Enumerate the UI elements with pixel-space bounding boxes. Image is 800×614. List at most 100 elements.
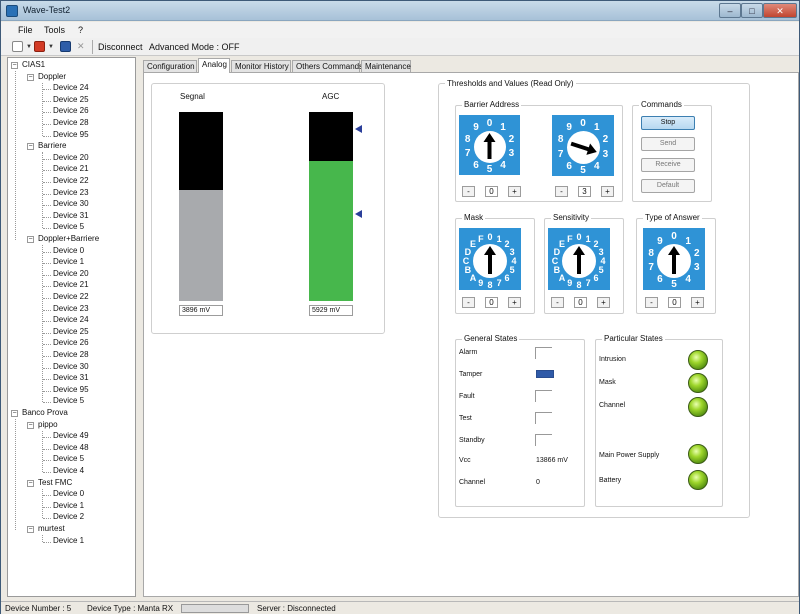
type-of-answer-dial[interactable]: 0123456789 (643, 228, 705, 290)
intrusion-led (688, 350, 708, 370)
tree-item-device[interactable]: Device 31 (53, 211, 89, 220)
default-button[interactable]: Default (641, 179, 695, 193)
tree-root[interactable]: CIAS1 (22, 60, 45, 69)
tree-item-device[interactable]: Device 5 (53, 222, 84, 231)
tree-item-device[interactable]: Device 1 (53, 501, 84, 510)
tree-connector (43, 321, 51, 323)
tree-group[interactable]: Doppler+Barriere (38, 234, 99, 243)
tree-item-device[interactable]: Device 30 (53, 199, 89, 208)
collapse-icon[interactable]: − (27, 73, 34, 81)
mask-label: Mask (462, 213, 486, 222)
decrement-button[interactable]: - (555, 186, 568, 197)
tree-item-device[interactable]: Device 22 (53, 292, 89, 301)
tree-item-device[interactable]: Device 2 (53, 512, 84, 521)
tree-item-device[interactable]: Device 20 (53, 153, 89, 162)
collapse-icon[interactable]: − (27, 421, 34, 429)
sensitivity-dial[interactable]: 0123456789ABCDEF (548, 228, 610, 290)
tree-item-device[interactable]: Device 1 (53, 257, 84, 266)
tree-connector (43, 274, 51, 276)
tree-item-device[interactable]: Device 30 (53, 362, 89, 371)
tab-analog[interactable]: Analog (198, 58, 230, 73)
mask-led (688, 373, 708, 393)
tree-item-device[interactable]: Device 4 (53, 466, 84, 475)
chevron-down-icon[interactable]: ▼ (48, 44, 54, 50)
battery-label: Battery (599, 477, 622, 484)
tree-item-device[interactable]: Device 28 (53, 118, 89, 127)
tree-item-device[interactable]: Device 48 (53, 443, 89, 452)
menu-help[interactable]: ? (78, 25, 83, 35)
standby-indicator (535, 434, 552, 446)
decrement-button[interactable]: - (551, 297, 564, 308)
tree-connector (43, 390, 51, 392)
collapse-icon[interactable]: − (27, 526, 34, 533)
increment-button[interactable]: + (691, 297, 704, 308)
tree-item-device[interactable]: Device 23 (53, 188, 89, 197)
tree-group[interactable]: pippo (38, 420, 58, 429)
title-bar[interactable]: Wave-Test2 – □ ✕ (1, 1, 799, 21)
tree-item-device[interactable]: Device 49 (53, 431, 89, 440)
tree-item-device[interactable]: Device 95 (53, 130, 89, 139)
tree-item-device[interactable]: Device 22 (53, 176, 89, 185)
close-button[interactable]: ✕ (763, 3, 797, 18)
stop-button[interactable]: Stop (641, 116, 695, 130)
sensitivity-group: Sensitivity 0123456789ABCDEF - 0 + (544, 213, 624, 314)
tree-connector (43, 472, 51, 473)
increment-button[interactable]: + (601, 186, 614, 197)
tree-item-device[interactable]: Device 31 (53, 373, 89, 382)
menu-file[interactable]: File (18, 25, 33, 35)
delete-icon[interactable]: ✕ (77, 41, 88, 52)
tree-item-device[interactable]: Device 25 (53, 327, 89, 336)
tree-item-device[interactable]: Device 5 (53, 396, 84, 405)
maximize-button[interactable]: □ (741, 3, 763, 18)
tree-connector (15, 71, 16, 240)
decrement-button[interactable]: - (645, 297, 658, 308)
collapse-icon[interactable]: − (11, 62, 18, 69)
mask-dial[interactable]: 0123456789ABCDEF (459, 228, 521, 290)
tree-item-device[interactable]: Device 95 (53, 385, 89, 394)
tree-item-device[interactable]: Device 28 (53, 350, 89, 359)
tree-root[interactable]: Banco Prova (22, 408, 68, 417)
chevron-down-icon[interactable]: ▼ (26, 44, 32, 50)
tree-item-device[interactable]: Device 25 (53, 95, 89, 104)
collapse-icon[interactable]: − (11, 410, 18, 417)
tree-group[interactable]: Barriere (38, 141, 66, 150)
barrier-address-label: Barrier Address (462, 100, 522, 109)
save-icon[interactable] (60, 41, 71, 52)
tree-item-device[interactable]: Device 20 (53, 269, 89, 278)
increment-button[interactable]: + (597, 297, 610, 308)
tree-item-device[interactable]: Device 1 (53, 536, 84, 545)
increment-button[interactable]: + (508, 186, 521, 197)
barrier-address-dial-1[interactable]: 0123456789 (459, 115, 520, 175)
advanced-mode-button[interactable]: Advanced Mode : OFF (149, 42, 240, 52)
collapse-icon[interactable]: − (27, 143, 34, 151)
tree-item-device[interactable]: Device 0 (53, 246, 84, 255)
decrement-button[interactable]: - (462, 297, 475, 308)
increment-button[interactable]: + (508, 297, 521, 308)
collapse-icon[interactable]: − (27, 236, 34, 243)
connect-plug-icon[interactable] (34, 41, 45, 52)
tree-item-device[interactable]: Device 24 (53, 315, 89, 324)
tree-item-device[interactable]: Device 5 (53, 454, 84, 463)
tree-item-device[interactable]: Device 23 (53, 304, 89, 313)
receive-button[interactable]: Receive (641, 158, 695, 172)
decrement-button[interactable]: - (462, 186, 475, 197)
menu-tools[interactable]: Tools (44, 25, 65, 35)
tree-item-device[interactable]: Device 21 (53, 280, 89, 289)
tree-item-device[interactable]: Device 26 (53, 338, 89, 347)
collapse-icon[interactable]: − (27, 479, 34, 487)
tree-connector (43, 112, 51, 114)
new-document-icon[interactable] (12, 41, 23, 52)
tree-group[interactable]: murtest (38, 524, 65, 533)
device-tree[interactable]: − CIAS1− Doppler Device 24 Device 25 Device 2… (7, 57, 136, 597)
barrier-address-dial-2[interactable]: 0123456789 (552, 115, 614, 176)
minimize-button[interactable]: – (719, 3, 741, 18)
send-button[interactable]: Send (641, 137, 695, 151)
tree-item-device[interactable]: Device 24 (53, 83, 89, 92)
tree-item-device[interactable]: Device 0 (53, 489, 84, 498)
type-of-answer-group: Type of Answer 0123456789 - 0 + (636, 213, 716, 314)
disconnect-button[interactable]: Disconnect (98, 42, 143, 52)
tree-item-device[interactable]: Device 21 (53, 164, 89, 173)
tree-group[interactable]: Doppler (38, 72, 66, 81)
tree-item-device[interactable]: Device 26 (53, 106, 89, 115)
tree-group[interactable]: Test FMC (38, 478, 72, 487)
